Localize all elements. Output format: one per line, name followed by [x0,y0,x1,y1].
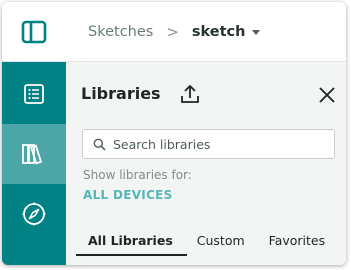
sidebar-toggle-button[interactable] [2,2,66,62]
close-icon [319,87,335,103]
caret-down-icon[interactable] [252,29,261,35]
sidebar-item-sketchbook[interactable] [2,64,66,124]
close-panel-button[interactable] [316,84,338,106]
search-box [82,129,335,159]
books-icon [22,144,43,165]
tab-all-libraries[interactable]: All Libraries [76,232,187,256]
libraries-panel: Libraries Show libraries for: [66,62,346,265]
list-icon [24,84,44,104]
device-filter-dropdown[interactable]: ALL DEVICES [83,188,173,202]
panel-title: Libraries [81,84,161,103]
library-tabs: All Libraries Custom Favorites [76,232,325,256]
search-libraries-input[interactable] [113,136,313,152]
sidebar-item-examples[interactable] [2,184,66,244]
breadcrumb-separator: > [166,23,179,41]
app-window: Sketches > sketch Libraries Search libra… [2,2,346,265]
sidebar [2,62,66,265]
breadcrumb-current-sketch[interactable]: sketch [192,24,246,40]
breadcrumb-sketches-link[interactable]: Sketches [88,24,153,40]
upload-library-button[interactable] [178,82,202,106]
sidebar-toggle-icon [21,20,47,44]
filter-label: Show libraries for: [83,168,192,182]
breadcrumb: Sketches > sketch [88,2,261,62]
search-icon [93,138,106,151]
tab-custom[interactable]: Custom [197,232,245,256]
compass-icon [22,202,46,226]
sidebar-item-libraries[interactable] [2,124,66,184]
top-bar: Sketches > sketch [2,2,346,62]
upload-icon [181,85,199,103]
tab-favorites[interactable]: Favorites [269,232,325,256]
